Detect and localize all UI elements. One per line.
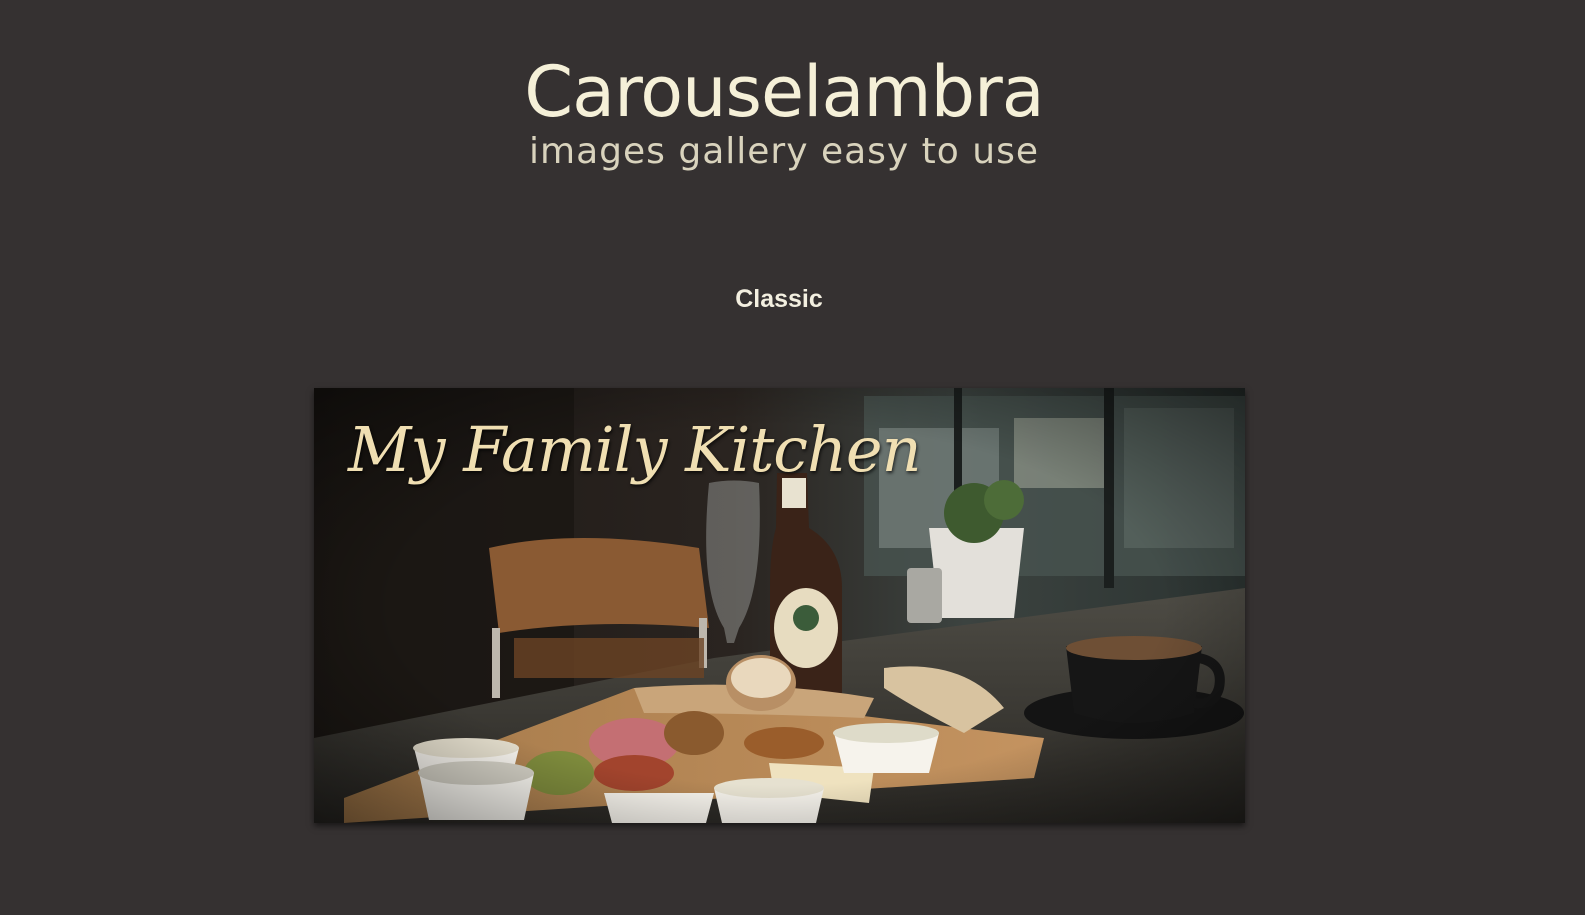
site-subtitle: images gallery easy to use <box>529 131 1039 172</box>
carousel-slide[interactable]: My Family Kitchen <box>314 388 1245 823</box>
section-title: Classic <box>735 285 823 313</box>
site-title: Carouselambra <box>524 51 1044 133</box>
site-header: Carouselambra images gallery easy to use <box>0 52 1568 172</box>
carousel[interactable]: My Family Kitchen <box>314 388 1245 823</box>
slide-caption: My Family Kitchen <box>348 413 922 486</box>
